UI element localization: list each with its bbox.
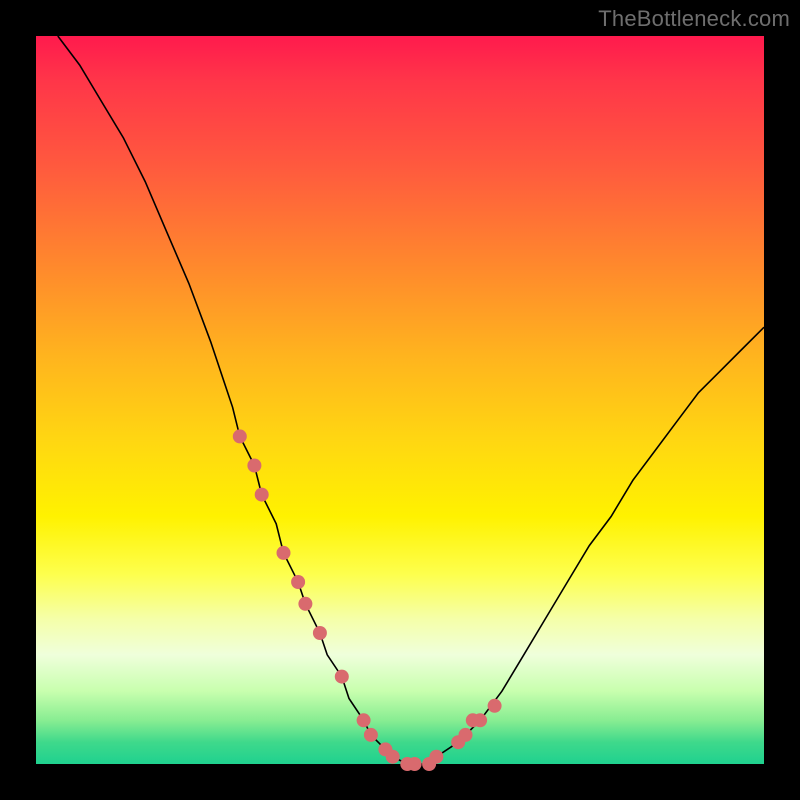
marker-dot <box>335 670 349 684</box>
marker-dot <box>233 429 247 443</box>
marker-dot <box>298 597 312 611</box>
marker-dot <box>408 757 422 771</box>
watermark-text: TheBottleneck.com <box>598 6 790 32</box>
marker-dot <box>473 713 487 727</box>
chart-frame: TheBottleneck.com <box>0 0 800 800</box>
marker-dot <box>247 459 261 473</box>
marker-dot <box>277 546 291 560</box>
bottleneck-curve <box>58 36 764 764</box>
marker-dot <box>291 575 305 589</box>
marker-dot <box>488 699 502 713</box>
marker-dot <box>386 750 400 764</box>
curve-layer <box>36 36 764 764</box>
marker-dot <box>357 713 371 727</box>
marker-dot <box>459 728 473 742</box>
marker-dot <box>364 728 378 742</box>
marker-dot <box>313 626 327 640</box>
plot-area <box>36 36 764 764</box>
marker-group <box>233 429 502 771</box>
marker-dot <box>255 488 269 502</box>
marker-dot <box>429 750 443 764</box>
